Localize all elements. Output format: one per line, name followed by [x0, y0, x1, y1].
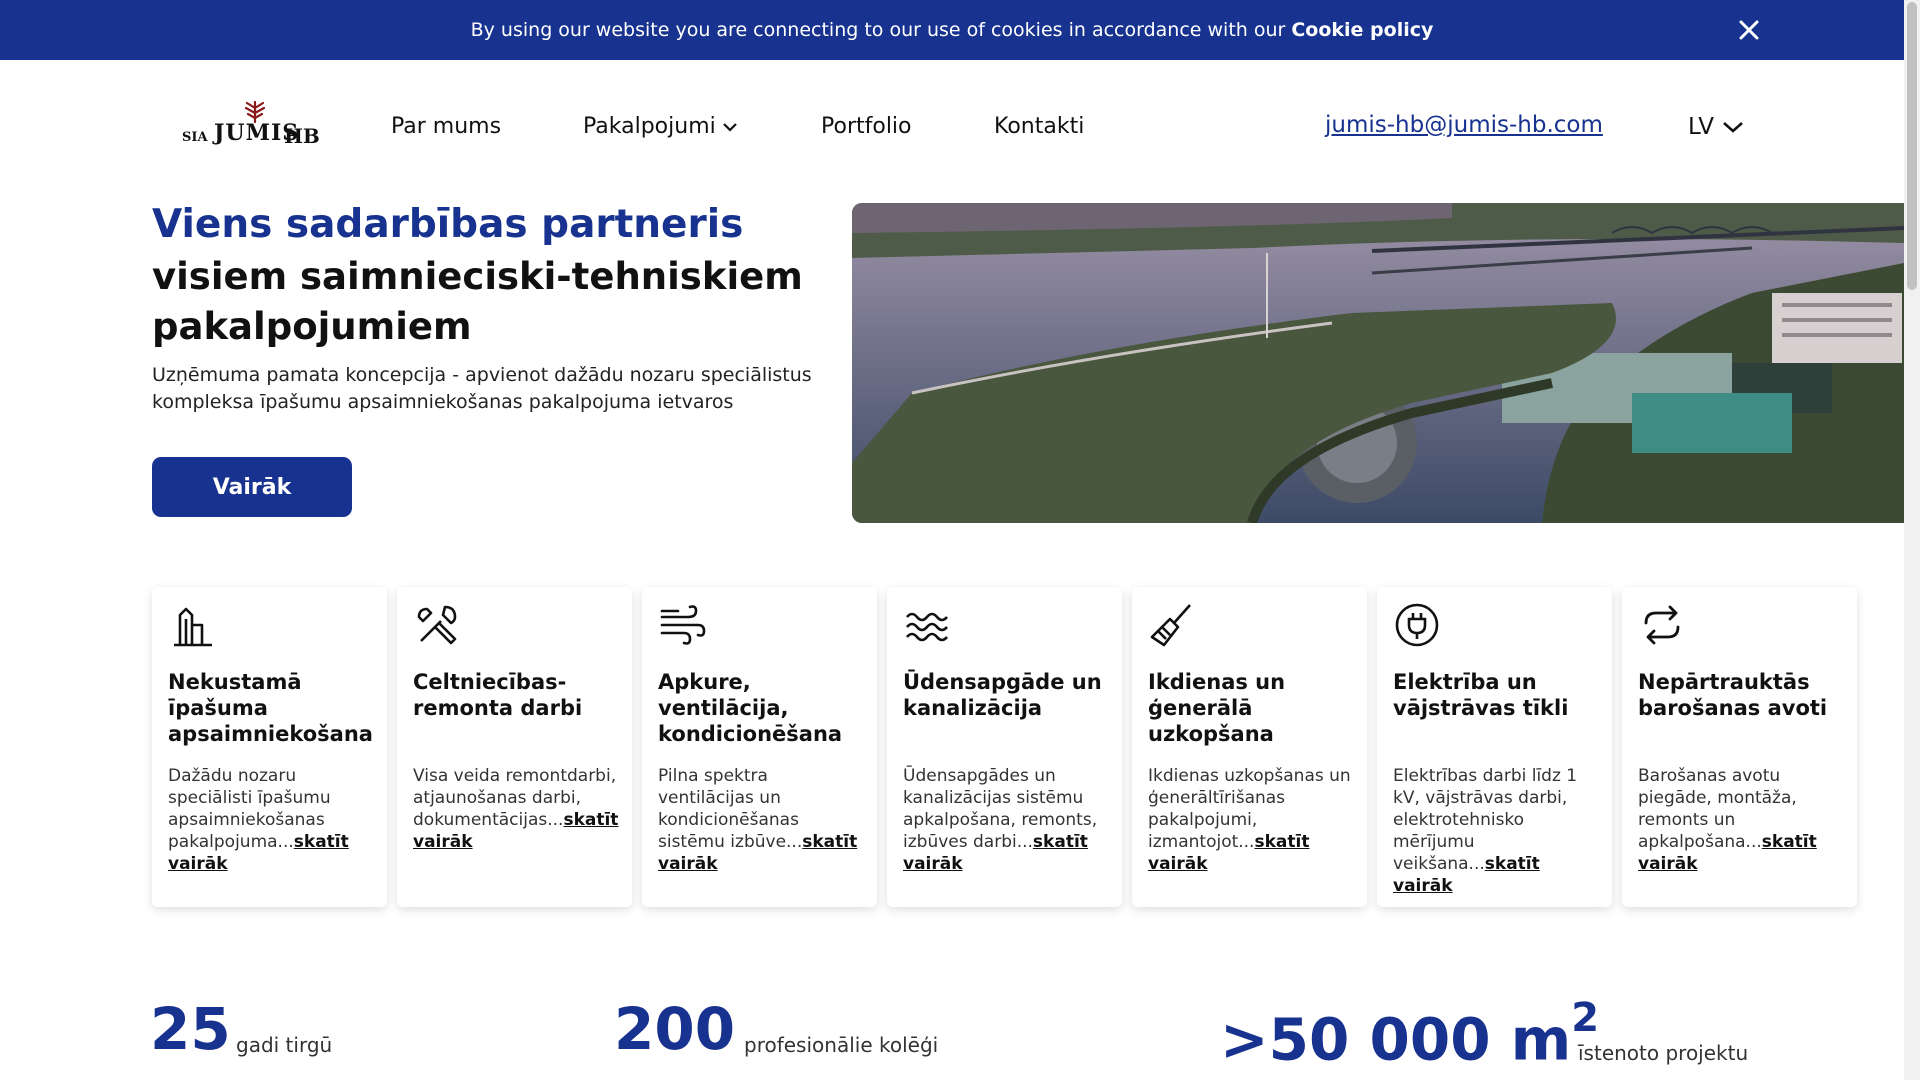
service-desc-text: Ikdienas uzkopšanas un ģenerāltīrišanas … — [1148, 766, 1351, 852]
cookie-policy-link[interactable]: Cookie policy — [1291, 19, 1433, 41]
wind-icon — [660, 605, 706, 645]
stat-years-value: 25 — [150, 995, 231, 1063]
waves-icon — [906, 612, 948, 642]
service-title: Elektrība un vājstrāvas tīkli — [1393, 670, 1569, 720]
aerial-city-image — [852, 203, 1904, 523]
service-desc-text: Pilna spektra ventilācijas un kondicionē… — [658, 766, 803, 852]
wheat-emblem-icon — [244, 100, 266, 124]
service-description: Ūdensapgādes un kanalizācijas sistēmu ap… — [903, 765, 1108, 875]
hero-title: visiem saimnieciski-tehniskiem pakalpoju… — [152, 255, 803, 348]
logo-suffix: HB — [284, 124, 320, 148]
cookie-banner: By using our website you are connecting … — [0, 0, 1904, 60]
service-card-hvac[interactable]: Apkure, ventilācija, kondicionēšana Piln… — [642, 587, 877, 907]
nav-label: Par mums — [391, 114, 502, 139]
stat-area-superscript: 2 — [1571, 995, 1600, 1041]
service-title: Apkure, ventilācija, kondicionēšana — [658, 670, 843, 746]
service-description: Elektrības darbi līdz 1 kV, vājstrāvas d… — [1393, 765, 1598, 897]
service-description: Ikdienas uzkopšanas un ģenerāltīrišanas … — [1148, 765, 1353, 875]
stat-colleagues-value: 200 — [614, 995, 736, 1063]
stat-area-number: >50 000 m — [1220, 1005, 1572, 1074]
service-description: Barošanas avotu piegāde, montāža, remont… — [1638, 765, 1843, 875]
logo-prefix: SIA — [182, 130, 208, 145]
chevron-down-icon — [722, 122, 737, 132]
close-icon[interactable] — [1736, 17, 1762, 43]
tools-icon — [417, 605, 457, 645]
service-card-electrical[interactable]: Elektrība un vājstrāvas tīkli Elektrības… — [1377, 587, 1612, 907]
chevron-down-icon — [1723, 122, 1743, 133]
more-button[interactable]: Vairāk — [152, 457, 352, 517]
service-card-water[interactable]: Ūdensapgāde un kanalizācija Ūdensapgādes… — [887, 587, 1122, 907]
cookie-text: By using our website you are connecting … — [470, 19, 1286, 41]
service-title: Nepārtrauktās barošanas avoti — [1638, 670, 1828, 720]
stat-area-value: >50 000 m2 — [1220, 995, 1599, 1074]
service-card-construction[interactable]: Celtniecības-remonta darbi Visa veida re… — [397, 587, 632, 907]
language-selector[interactable]: LV — [1688, 114, 1744, 140]
service-card-cleaning[interactable]: Ikdienas un ģenerālā uzkopšana Ikdienas … — [1132, 587, 1367, 907]
hero-description: Uzņēmuma pamata koncepcija - apvienot da… — [152, 364, 812, 413]
page-scrollbar[interactable] — [1904, 0, 1920, 1080]
hero-aerial-photo — [852, 203, 1904, 523]
language-label: LV — [1688, 114, 1715, 140]
scrollbar-thumb[interactable] — [1907, 2, 1917, 290]
service-title: Nekustamā īpašuma apsaimniekošana — [168, 670, 373, 746]
service-title: Ūdensapgāde un kanalizācija — [903, 670, 1102, 720]
company-logo[interactable]: SIA JUMIS HB — [180, 100, 325, 150]
stat-colleagues-label: profesionālie kolēģi — [744, 1033, 939, 1057]
service-title: Celtniecības-remonta darbi — [413, 670, 583, 720]
nav-label: Pakalpojumi — [583, 114, 716, 139]
nav-pakalpojumi[interactable]: Pakalpojumi — [583, 114, 738, 139]
service-description: Dažādu nozaru speciālisti īpašumu apsaim… — [168, 765, 373, 875]
nav-par-mums[interactable]: Par mums — [391, 114, 501, 139]
stat-area-label: īstenoto projektu — [1578, 1041, 1749, 1065]
nav-label: Kontakti — [994, 114, 1085, 139]
contact-email-link[interactable]: jumis-hb@jumis-hb.com — [1325, 112, 1603, 138]
nav-portfolio[interactable]: Portfolio — [821, 114, 912, 139]
broom-icon — [1150, 604, 1191, 647]
plug-icon — [1395, 603, 1439, 647]
cycle-icon — [1644, 605, 1680, 645]
nav-label: Portfolio — [821, 114, 912, 139]
service-description: Visa veida remontdarbi, atjaunošanas dar… — [413, 765, 618, 853]
nav-kontakti[interactable]: Kontakti — [994, 114, 1084, 139]
service-card-ups[interactable]: Nepārtrauktās barošanas avoti Barošanas … — [1622, 587, 1857, 907]
site-header: SIA JUMIS HB Par mums Pakalpojumi Portfo… — [0, 60, 1904, 195]
service-title: Ikdienas un ģenerālā uzkopšana — [1148, 670, 1286, 746]
building-icon — [174, 607, 212, 647]
service-description: Pilna spektra ventilācijas un kondicionē… — [658, 765, 863, 875]
hero-title-accent: Viens sadarbības partneris — [152, 202, 744, 247]
service-card-property-management[interactable]: Nekustamā īpašuma apsaimniekošana Dažādu… — [152, 587, 387, 907]
stat-years-label: gadi tirgū — [236, 1033, 333, 1057]
